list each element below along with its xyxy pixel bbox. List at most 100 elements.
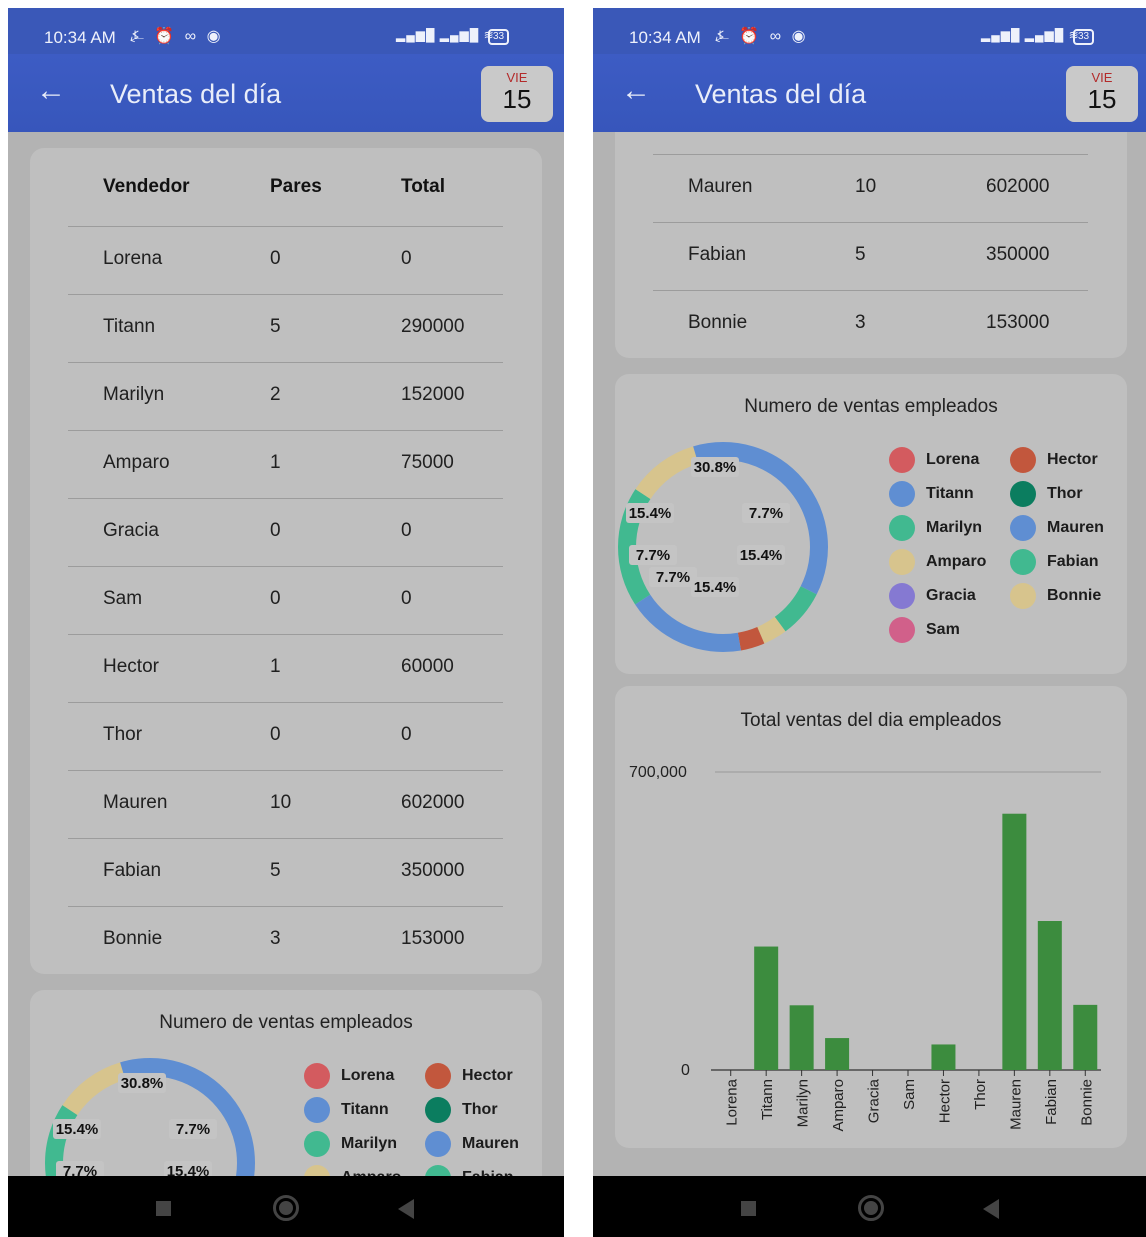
vendedor-cell: Amparo — [103, 452, 170, 473]
row-divider — [68, 770, 503, 771]
legend-item: Mauren — [425, 1131, 519, 1159]
row-divider — [653, 222, 1088, 223]
status-time: 10:34 AM — [44, 28, 116, 47]
vendedor-cell: Marilyn — [103, 384, 165, 405]
date-badge: VIE 15 — [1066, 66, 1138, 122]
vendedor-cell: Lorena — [103, 248, 163, 269]
pares-cell: 10 — [270, 792, 292, 813]
legend-swatch — [889, 617, 915, 643]
scroll-content[interactable]: Vendedor Pares Total Lorena00Titann52900… — [593, 132, 1146, 1176]
pares-cell: 0 — [270, 724, 281, 745]
legend-swatch — [889, 549, 915, 575]
page-title: Ventas del día — [695, 79, 867, 109]
slice-percent-label: 15.4% — [56, 1121, 99, 1138]
signal-icon: ▂▄▆█ ▂▄▆█ ≋ — [981, 28, 1080, 42]
back-button[interactable] — [983, 1199, 999, 1219]
legend-item: Hector — [425, 1063, 513, 1091]
total-cell: 153000 — [986, 312, 1050, 333]
sales-table-card: Vendedor Pares Total Lorena00Titann52900… — [30, 148, 542, 974]
x-tick-label: Lorena — [724, 1078, 741, 1125]
row-divider — [653, 290, 1088, 291]
back-button[interactable] — [398, 1199, 414, 1219]
legend-label: Thor — [1047, 485, 1083, 502]
legend-label: Fabian — [1047, 553, 1099, 570]
legend-swatch — [304, 1063, 330, 1089]
x-tick-label: Sam — [901, 1079, 918, 1110]
notification-icons: ⍼ ⏰ ∞ ◉ — [715, 28, 809, 45]
pares-cell: 10 — [855, 176, 877, 197]
date-day: 15 — [1087, 84, 1117, 114]
legend-item: Titann — [889, 481, 974, 509]
slice-percent-label: 15.4% — [694, 579, 737, 596]
scroll-content[interactable]: Vendedor Pares Total Lorena00Titann52900… — [8, 132, 564, 1176]
recent-apps-button[interactable] — [741, 1201, 756, 1216]
legend-item: Lorena — [304, 1063, 394, 1091]
pie-chart-card: Numero de ventas empleados 30.8% 7.7% 15.4… — [615, 374, 1127, 674]
bar-hector — [931, 1044, 956, 1070]
donut-slice-bonnie — [62, 1062, 126, 1116]
legend-swatch — [304, 1165, 330, 1176]
legend-label: Amparo — [926, 553, 987, 570]
slice-percent-label: 15.4% — [740, 547, 783, 564]
status-bar: 10:34 AM ⍼ ⏰ ∞ ◉ ▂▄▆█ ▂▄▆█ ≋ 33 — [593, 8, 1146, 54]
legend-swatch — [1010, 447, 1036, 473]
legend-swatch — [425, 1165, 451, 1176]
donut-slice-bonnie — [635, 446, 699, 500]
pares-cell: 2 — [270, 384, 281, 405]
bar-bonnie — [1073, 1004, 1098, 1070]
pares-cell: 0 — [270, 520, 281, 541]
row-divider — [68, 634, 503, 635]
donut-slice-titann — [635, 594, 741, 652]
page-title: Ventas del día — [110, 79, 282, 109]
total-cell: 350000 — [986, 244, 1050, 265]
x-tick-label: Hector — [936, 1079, 953, 1123]
row-divider — [68, 226, 503, 227]
legend-swatch — [889, 515, 915, 541]
pares-cell: 1 — [270, 656, 281, 677]
slice-percent-label: 30.8% — [121, 1075, 164, 1092]
row-divider — [653, 154, 1088, 155]
vendedor-cell: Fabian — [103, 860, 162, 881]
home-button[interactable] — [273, 1195, 299, 1221]
legend-swatch — [304, 1097, 330, 1123]
total-cell: 0 — [401, 588, 412, 609]
pares-cell: 5 — [855, 244, 866, 265]
legend-label: Bonnie — [1047, 587, 1102, 604]
slice-percent-label: 7.7% — [63, 1163, 97, 1176]
vendedor-cell: Hector — [103, 656, 159, 677]
legend-item: Sam — [889, 617, 960, 645]
legend-label: Marilyn — [341, 1135, 398, 1152]
legend-swatch — [425, 1097, 451, 1123]
legend-swatch — [1010, 549, 1036, 575]
legend-item: Thor — [1010, 481, 1083, 509]
bar-chart-card: Total ventas del dia empleados 700,000 0 L… — [615, 686, 1127, 1148]
legend-label: Sam — [926, 621, 960, 638]
home-button[interactable] — [858, 1195, 884, 1221]
battery-icon: 33 — [1073, 29, 1095, 45]
legend-label: Marilyn — [926, 519, 983, 536]
vendedor-cell: Thor — [103, 724, 143, 745]
total-cell: 60000 — [401, 656, 454, 677]
status-time: 10:34 AM — [629, 28, 701, 47]
x-tick-label: Mauren — [1007, 1079, 1024, 1130]
arrow-left-icon[interactable]: ← — [621, 76, 651, 106]
y-tick-label: 700,000 — [629, 764, 687, 781]
sales-table-card: Vendedor Pares Total Lorena00Titann52900… — [615, 132, 1127, 358]
total-cell: 0 — [401, 520, 412, 541]
bar-mauren — [1002, 813, 1027, 1070]
pie-chart-card: Numero de ventas empleados 30.8% 7.7% 15.4… — [30, 990, 542, 1176]
slice-percent-label: 7.7% — [636, 547, 670, 564]
arrow-left-icon[interactable]: ← — [36, 76, 66, 106]
legend-label: Mauren — [462, 1135, 519, 1152]
legend-item: Amparo — [889, 549, 986, 577]
legend-label: Titann — [926, 485, 974, 502]
row-divider — [68, 838, 503, 839]
legend-swatch — [1010, 515, 1036, 541]
total-cell: 0 — [401, 724, 412, 745]
slice-percent-label: 7.7% — [656, 569, 690, 586]
legend-swatch — [304, 1131, 330, 1157]
total-cell: 75000 — [401, 452, 454, 473]
bar-chart: 700,000 0 Lorena Titann Marilyn Amparo Gracia S… — [629, 764, 1101, 1132]
recent-apps-button[interactable] — [156, 1201, 171, 1216]
column-header-vendedor: Vendedor — [103, 176, 190, 197]
